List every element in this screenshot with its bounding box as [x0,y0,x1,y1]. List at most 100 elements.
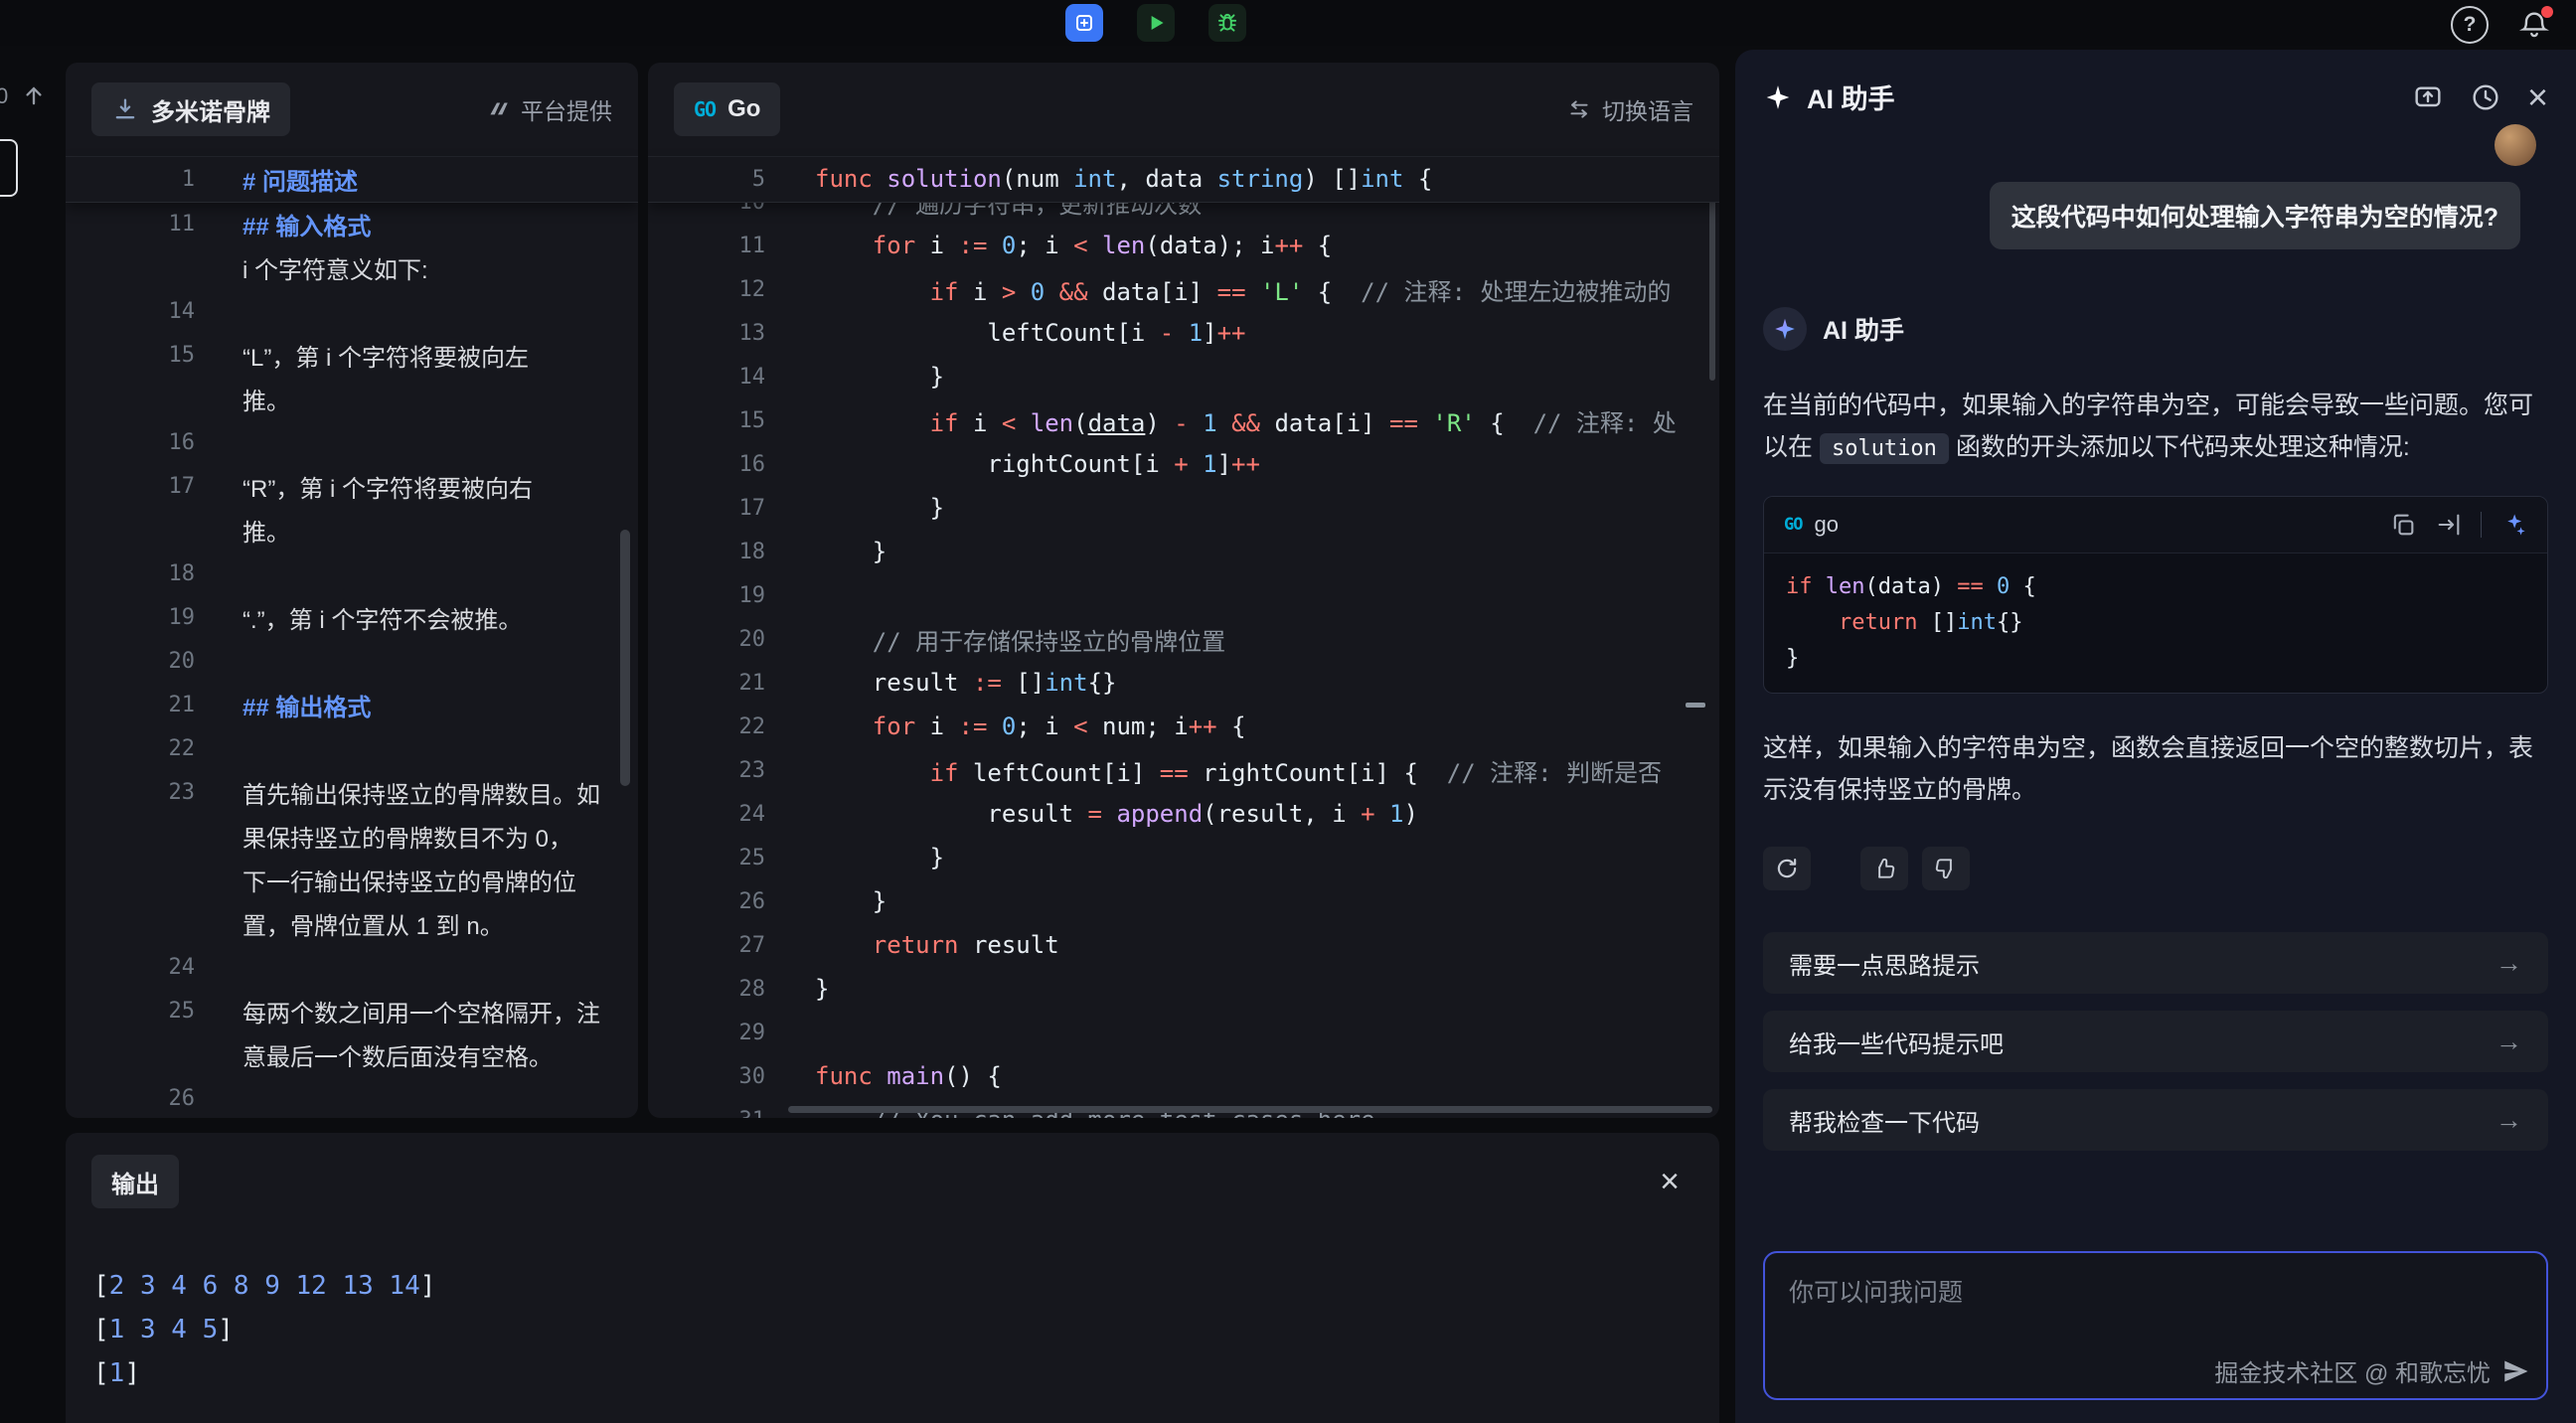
language-badge[interactable]: GO Go [674,82,780,136]
code-line: 14 } [648,355,1719,398]
code-line: 19 [648,573,1719,617]
code-line: 24 [66,945,638,989]
code-line: 1# 问题描述 [66,157,638,201]
problem-lines: 11## 输入格式i 个字符意义如下:1415“L”，第 i 个字符将要被向左推… [66,202,638,1118]
notification-dot [2541,6,2553,18]
ai-panel-title: AI 助手 [1807,78,1895,116]
code-line: 29 [648,1011,1719,1054]
share-conversation-icon[interactable] [2412,81,2444,113]
output-lines: [2 3 4 6 8 9 12 13 14][1 3 4 5][1] [66,1264,1719,1395]
send-icon[interactable] [2500,1356,2530,1386]
code-block-actions [2389,511,2527,539]
output-close-button[interactable]: × [1660,1165,1680,1198]
output-line: [1] [93,1351,1719,1395]
problem-scrollbar[interactable] [620,530,630,786]
code-line: 22 for i := 0; i < num; i++ { [648,705,1719,748]
rail-count: 0 [0,83,8,109]
code-line: 15“L”，第 i 个字符将要被向左 [66,333,638,377]
editor-panel: GO Go 切换语言 5func solution(num int, data … [648,63,1719,1118]
notification-bell-icon[interactable] [2518,9,2550,41]
ai-message-header: AI 助手 [1763,307,2548,351]
code-line: 19“.”，第 i 个字符不会被推。 [66,595,638,639]
problem-header: 多米诺骨牌 平台提供 [66,63,638,157]
ai-code-line: if len(data) == 0 { [1786,569,2525,605]
code-line: 18 [66,552,638,595]
platform-logo-icon [485,96,511,122]
suggestion-button[interactable]: 需要一点思路提示→ [1763,932,2548,994]
ai-close-button[interactable]: × [2527,79,2548,115]
language-label: Go [727,95,760,123]
output-title: 输出 [111,1165,159,1199]
code-line: 23 if leftCount[i] == rightCount[i] { //… [648,748,1719,792]
suggestion-button[interactable]: 给我一些代码提示吧→ [1763,1011,2548,1072]
editor-hscrollbar[interactable] [788,1106,1712,1113]
editor-lines: 10 // 遍历字符串，更新推动次数11 for i := 0; i < len… [648,202,1719,1118]
debug-button[interactable] [1208,4,1246,42]
code-line: 17 } [648,486,1719,530]
code-line: 16 [66,420,638,464]
chat-input-container[interactable]: 掘金技术社区 @ 和歌忘忧 [1763,1251,2548,1400]
output-title-badge: 输出 [91,1155,179,1208]
magic-icon[interactable] [2499,511,2527,539]
left-rail: 0 [0,46,60,1423]
code-line: 13 leftCount[i - 1]++ [648,311,1719,355]
ai-chat: 这段代码中如何处理输入字符串为空的情况? AI 助手 在当前的代码中，如果输入的… [1735,124,2576,1423]
refresh-icon [1774,856,1800,881]
ai-header-icons: × [2412,79,2548,115]
ai-code-block: GO go [1763,496,2548,694]
code-line: 下一行输出保持竖立的骨牌的位 [66,858,638,901]
platform-provided: 平台提供 [485,92,612,126]
code-line: 21 result := []int{} [648,661,1719,705]
user-message: 这段代码中如何处理输入字符串为空的情况? [1990,182,2520,249]
swap-arrows-icon [1566,96,1592,122]
code-line: 22 [66,726,638,770]
problem-title-badge: 多米诺骨牌 [91,82,290,136]
collapse-up-icon[interactable] [20,81,48,109]
suggestion-label: 需要一点思路提示 [1789,946,1980,981]
code-line: 26 [66,1076,638,1118]
user-avatar-row [1763,124,2548,166]
bug-icon [1214,10,1240,36]
help-icon[interactable]: ? [2451,6,2489,44]
answer-text: 函数的开头添加以下代码来处理这种情况: [1949,433,2410,461]
thumbs-down-icon [1933,856,1959,881]
code-line: 17“R”，第 i 个字符将要被向右 [66,464,638,508]
code-line: 5func solution(num int, data string) []i… [648,157,1719,201]
user-avatar [2495,124,2536,166]
regenerate-button[interactable] [1763,847,1811,890]
arrow-right-icon: → [2496,1105,2522,1136]
run-button[interactable] [1137,4,1175,42]
code-line: 24 result = append(result, i + 1) [648,792,1719,836]
extension-button[interactable] [1065,4,1103,42]
code-line: 意最后一个数后面没有空格。 [66,1032,638,1076]
code-line: 11## 输入格式 [66,202,638,245]
go-logo-icon: GO [694,97,716,121]
thumbs-up-button[interactable] [1860,847,1908,890]
watermark: 掘金技术社区 @ 和歌忘忧 [2214,1353,2491,1388]
add-square-icon [1072,11,1096,35]
chat-input[interactable] [1787,1271,2528,1337]
thumbs-down-button[interactable] [1922,847,1970,890]
code-line: 16 rightCount[i + 1]++ [648,442,1719,486]
code-line: 12 if i > 0 && data[i] == 'L' { // 注释: 处… [648,267,1719,311]
copy-icon[interactable] [2389,511,2417,539]
output-line: [1 3 4 5] [93,1308,1719,1351]
collapsed-handle[interactable] [0,139,18,197]
input-footer: 掘金技术社区 @ 和歌忘忧 [2214,1353,2530,1388]
suggestion-button[interactable]: 帮我检查一下代码→ [1763,1089,2548,1151]
play-icon [1143,10,1169,36]
code-block-header: GO go [1764,497,2547,553]
insert-code-icon[interactable] [2435,511,2463,539]
code-line: 20 [66,639,638,683]
code-line: 26 } [648,879,1719,923]
code-line: 置，骨牌位置从 1 到 n。 [66,901,638,945]
code-line: 18 } [648,530,1719,573]
code-line: 14 [66,289,638,333]
history-icon[interactable] [2470,81,2501,113]
topbar-actions [1065,4,1246,42]
platform-provided-label: 平台提供 [521,92,612,126]
ai-header: AI 助手 × [1735,50,2576,116]
app: ? 0 多米诺骨牌 [0,0,2576,1423]
switch-language-button[interactable]: 切换语言 [1566,92,1693,126]
ai-answer-paragraph-1: 在当前的代码中，如果输入的字符串为空，可能会导致一些问题。您可以在 soluti… [1763,385,2548,470]
